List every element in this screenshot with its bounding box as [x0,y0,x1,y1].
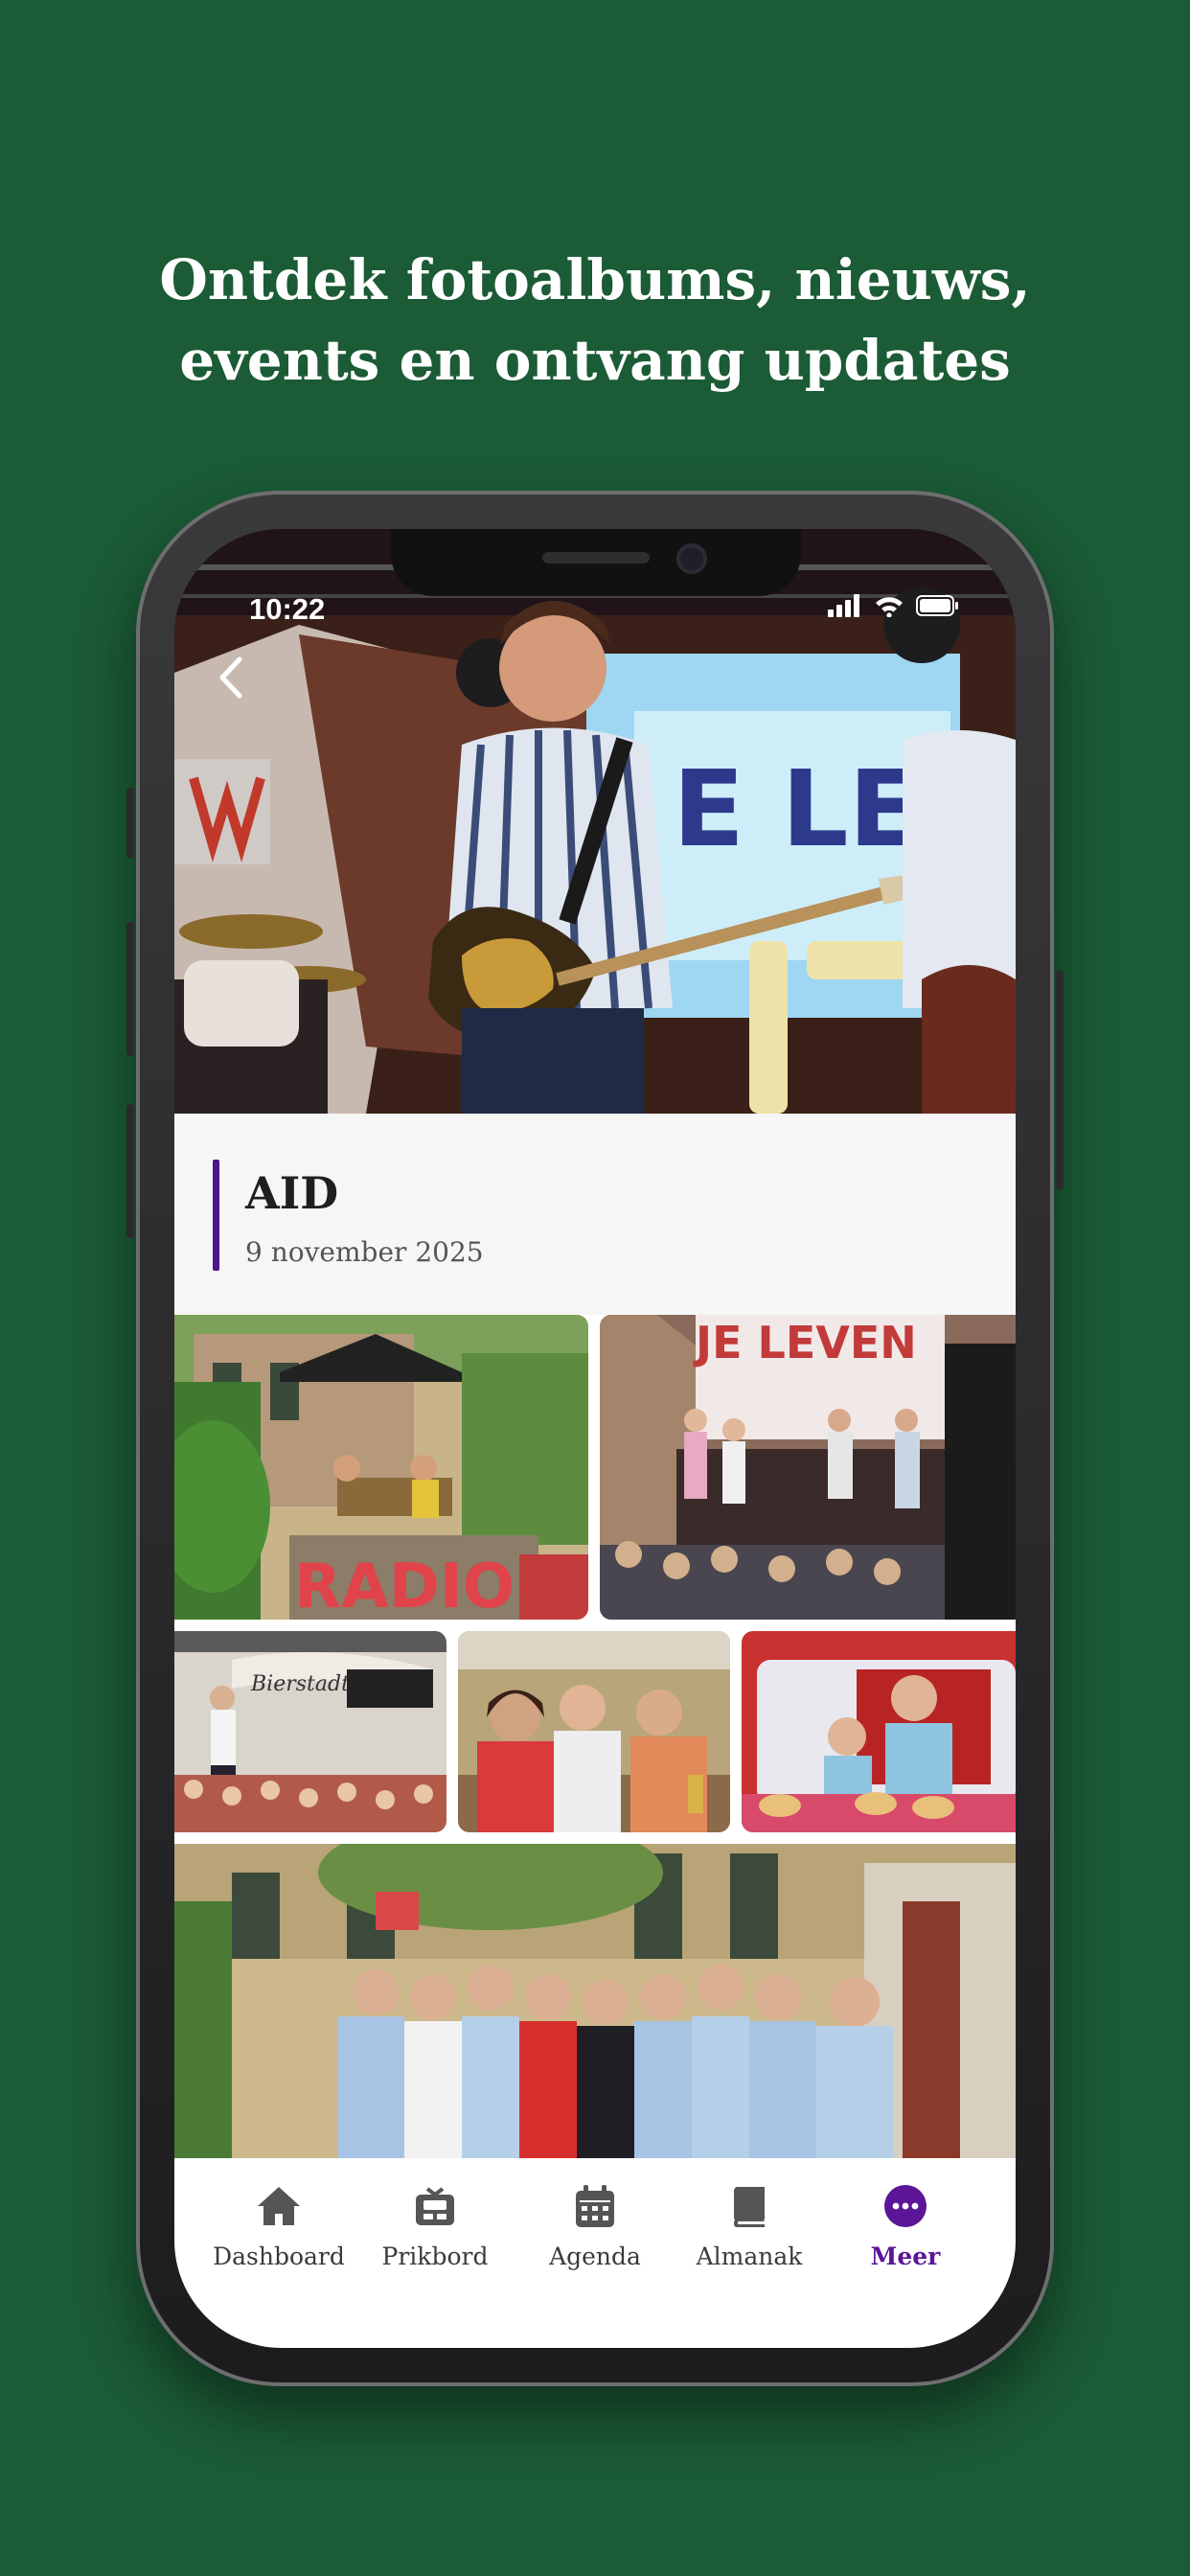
photo-grid: RADIO JE LEVEN Bierstadter [174,1315,1016,2158]
tab-prikbord[interactable]: Prikbord [363,2181,507,2270]
volume-down-button [126,1104,134,1238]
back-button[interactable] [207,652,259,703]
headline-line-2: events en ontvang updates [179,328,1011,393]
headline: Ontdek fotoalbums, nieuws, events en ont… [0,240,1190,401]
album-date: 9 november 2025 [245,1236,484,1268]
tab-label: Meer [870,2242,941,2270]
tab-label: Agenda [549,2242,641,2270]
tab-almanak[interactable]: Almanak [677,2181,821,2270]
phone-frame: 10:22 E LEV AID 9 november 2025 RADIO JE… [126,491,1064,2386]
photo-thumbnail[interactable] [458,1631,730,1832]
tab-dashboard[interactable]: Dashboard [207,2181,351,2270]
calendar-icon [576,2185,614,2227]
signal-icon [828,594,859,617]
photo-thumbnail[interactable] [174,1844,1016,2158]
volume-up-button [126,922,134,1056]
bottom-navigation: Dashboard Prikbord Agenda Almanak Meer [174,2158,1016,2348]
battery-icon [916,595,958,616]
tab-agenda[interactable]: Agenda [523,2181,667,2270]
tab-label: Prikbord [381,2242,489,2270]
status-time: 10:22 [249,592,326,626]
tab-meer[interactable]: Meer [834,2181,977,2270]
accent-bar [213,1160,219,1271]
photo-thumbnail[interactable]: Bierstadter [174,1631,446,1832]
photo-thumbnail[interactable] [742,1631,1016,1832]
board-icon [416,2187,454,2225]
home-icon [258,2187,300,2225]
tab-label: Dashboard [213,2242,345,2270]
mute-switch [126,788,134,859]
photo-thumbnail[interactable]: RADIO [174,1315,588,1620]
front-camera [676,543,707,574]
phone-screen: 10:22 E LEV AID 9 november 2025 RADIO JE… [174,529,1016,2348]
photo-thumbnail[interactable]: JE LEVEN [600,1315,1016,1620]
album-header: AID 9 november 2025 [174,1114,1016,1315]
headline-line-1: Ontdek fotoalbums, nieuws, [159,247,1031,312]
speaker [542,552,650,564]
more-icon [884,2185,927,2227]
svg-text:RADIO: RADIO [294,1552,515,1620]
power-button [1056,970,1064,1190]
status-icons [828,594,960,617]
tab-label: Almanak [696,2242,803,2270]
book-icon [734,2187,765,2227]
album-title: AID [245,1167,339,1219]
chevron-left-icon [219,656,242,699]
notch [391,529,801,596]
wifi-icon [876,597,903,617]
svg-text:JE LEVEN: JE LEVEN [693,1317,917,1368]
